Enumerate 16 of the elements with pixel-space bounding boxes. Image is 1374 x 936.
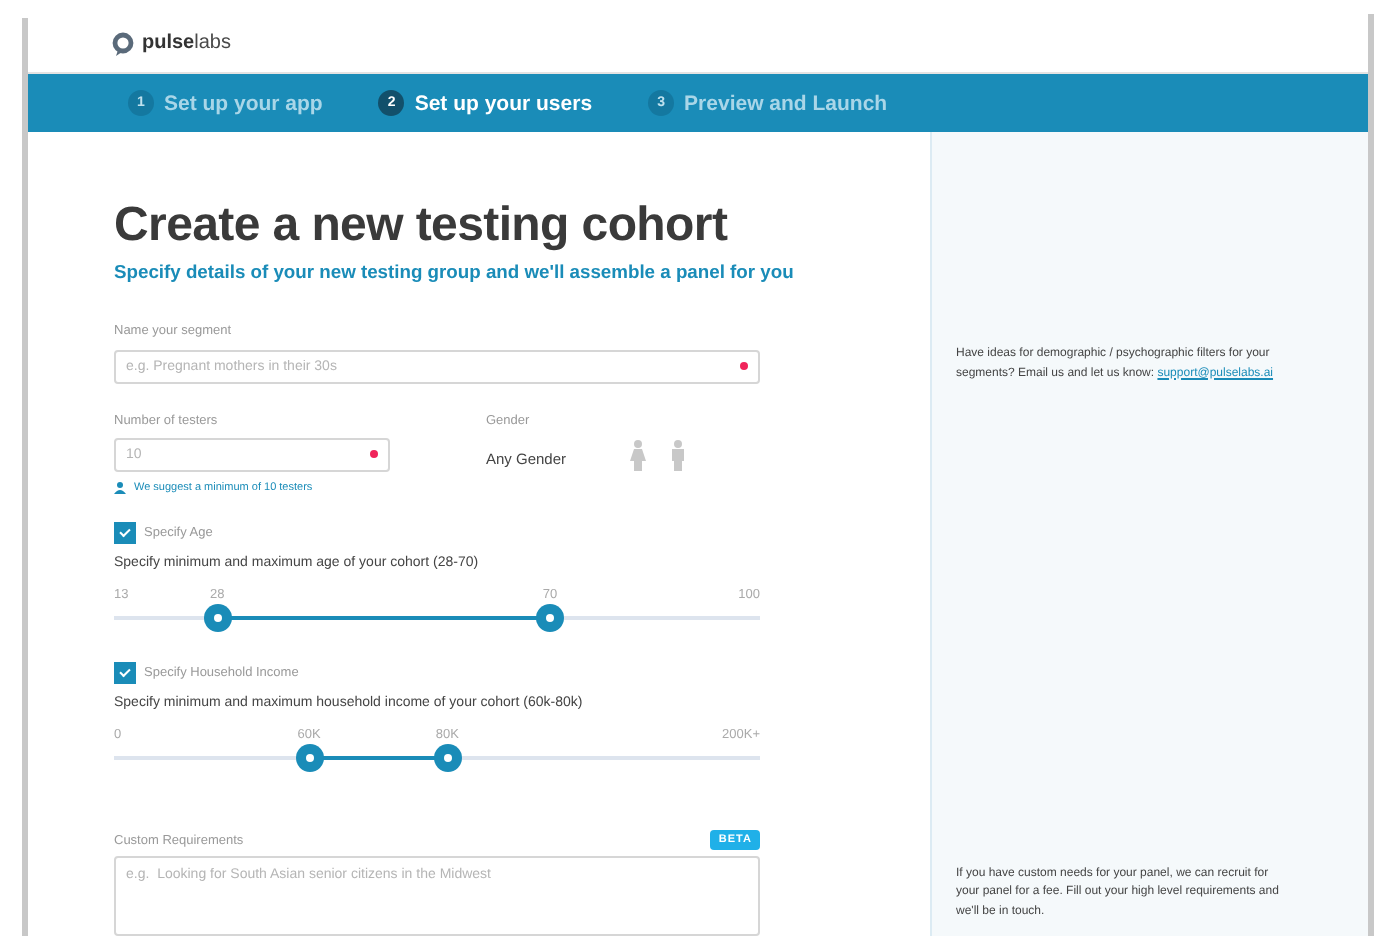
step-tab[interactable]: Set up your app — [164, 91, 323, 115]
slider-handle[interactable] — [433, 744, 462, 773]
step-tab[interactable]: Set up your users — [414, 91, 593, 115]
range-slider[interactable] — [114, 744, 760, 770]
page-subtitle: Specify details of your new testing group and we'll assemble a panel for you — [114, 260, 796, 282]
slider-handle[interactable] — [536, 604, 565, 633]
slider-handle[interactable] — [203, 604, 232, 633]
checkbox[interactable] — [114, 522, 136, 544]
range-slider[interactable] — [114, 604, 760, 630]
checkbox[interactable] — [114, 662, 136, 684]
logo-icon — [112, 31, 134, 55]
page-title: Create a new testing cohort — [114, 198, 730, 254]
slider-handle[interactable] — [295, 744, 324, 773]
step-tab[interactable]: Preview and Launch — [684, 91, 888, 115]
person-icon — [114, 482, 126, 494]
brand-name: pulselabs — [142, 32, 231, 54]
